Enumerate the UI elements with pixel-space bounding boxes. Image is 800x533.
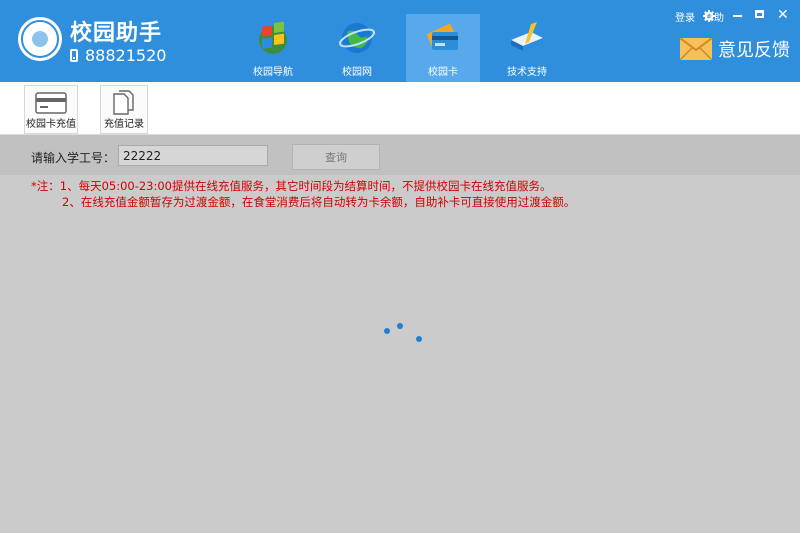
app-title: 校园助手 — [70, 21, 163, 46]
tab-campus-navigation[interactable]: 校园导航 — [236, 14, 310, 82]
toolbar: 校园卡充值 充值记录 — [0, 82, 800, 135]
top-links: 登录 帮助 — [675, 9, 724, 24]
school-emblem-logo — [18, 17, 62, 61]
notice-line-1: *注：1、每天05:00-23:00提供在线充值服务，其它时间段为结算时间，不提… — [31, 179, 552, 193]
student-id-input[interactable] — [118, 145, 268, 166]
tab-label: 校园卡 — [428, 67, 458, 78]
recharge-records-button[interactable]: 充值记录 — [100, 85, 148, 134]
book-icon — [511, 22, 543, 51]
spinner-dot — [416, 336, 422, 342]
query-bar: 请输入学工号： 查询 — [0, 135, 800, 175]
main-nav: 校园导航 校园网 校园卡 技术支持 — [236, 14, 574, 82]
tab-label: 校园导航 — [253, 67, 293, 78]
tab-tech-support[interactable]: 技术支持 — [490, 14, 564, 82]
credit-card-icon — [35, 92, 67, 114]
hotline: 88821520 — [70, 46, 166, 65]
minimize-icon[interactable] — [733, 15, 742, 17]
phone-icon — [70, 49, 78, 62]
feedback-label: 意见反馈 — [718, 40, 790, 61]
tab-label: 技术支持 — [507, 67, 547, 78]
card-icon — [427, 24, 458, 50]
student-id-label: 请输入学工号： — [31, 151, 116, 165]
notice-line-2: 2、在线充值金额暂存为过渡金额，在食堂消费后将自动转为卡余额，自助补卡可直接使用… — [62, 195, 576, 209]
spinner-dot — [397, 323, 403, 329]
spinner-dot — [384, 328, 390, 334]
tab-campus-network[interactable]: 校园网 — [320, 14, 394, 82]
card-recharge-label: 校园卡充值 — [26, 119, 76, 130]
globe-icon — [338, 23, 376, 53]
close-icon[interactable]: ✕ — [777, 8, 789, 22]
gear-icon[interactable] — [703, 10, 715, 22]
recharge-records-label: 充值记录 — [104, 119, 144, 130]
tab-label: 校园网 — [342, 67, 372, 78]
title-bar: 校园助手 88821520 校园导航 校园网 校园卡 技术支持 登录 帮助 ✕ … — [0, 0, 800, 82]
hotline-number: 88821520 — [85, 46, 167, 65]
envelope-icon — [680, 38, 712, 60]
login-link[interactable]: 登录 — [675, 9, 695, 24]
maximize-icon[interactable] — [755, 10, 764, 18]
tab-campus-card[interactable]: 校园卡 — [406, 14, 480, 82]
feedback-button[interactable]: 意见反馈 — [680, 36, 790, 62]
documents-icon — [113, 90, 134, 115]
query-button[interactable]: 查询 — [292, 144, 380, 170]
windows-globe-icon — [259, 21, 287, 54]
card-recharge-button[interactable]: 校园卡充值 — [24, 85, 78, 134]
